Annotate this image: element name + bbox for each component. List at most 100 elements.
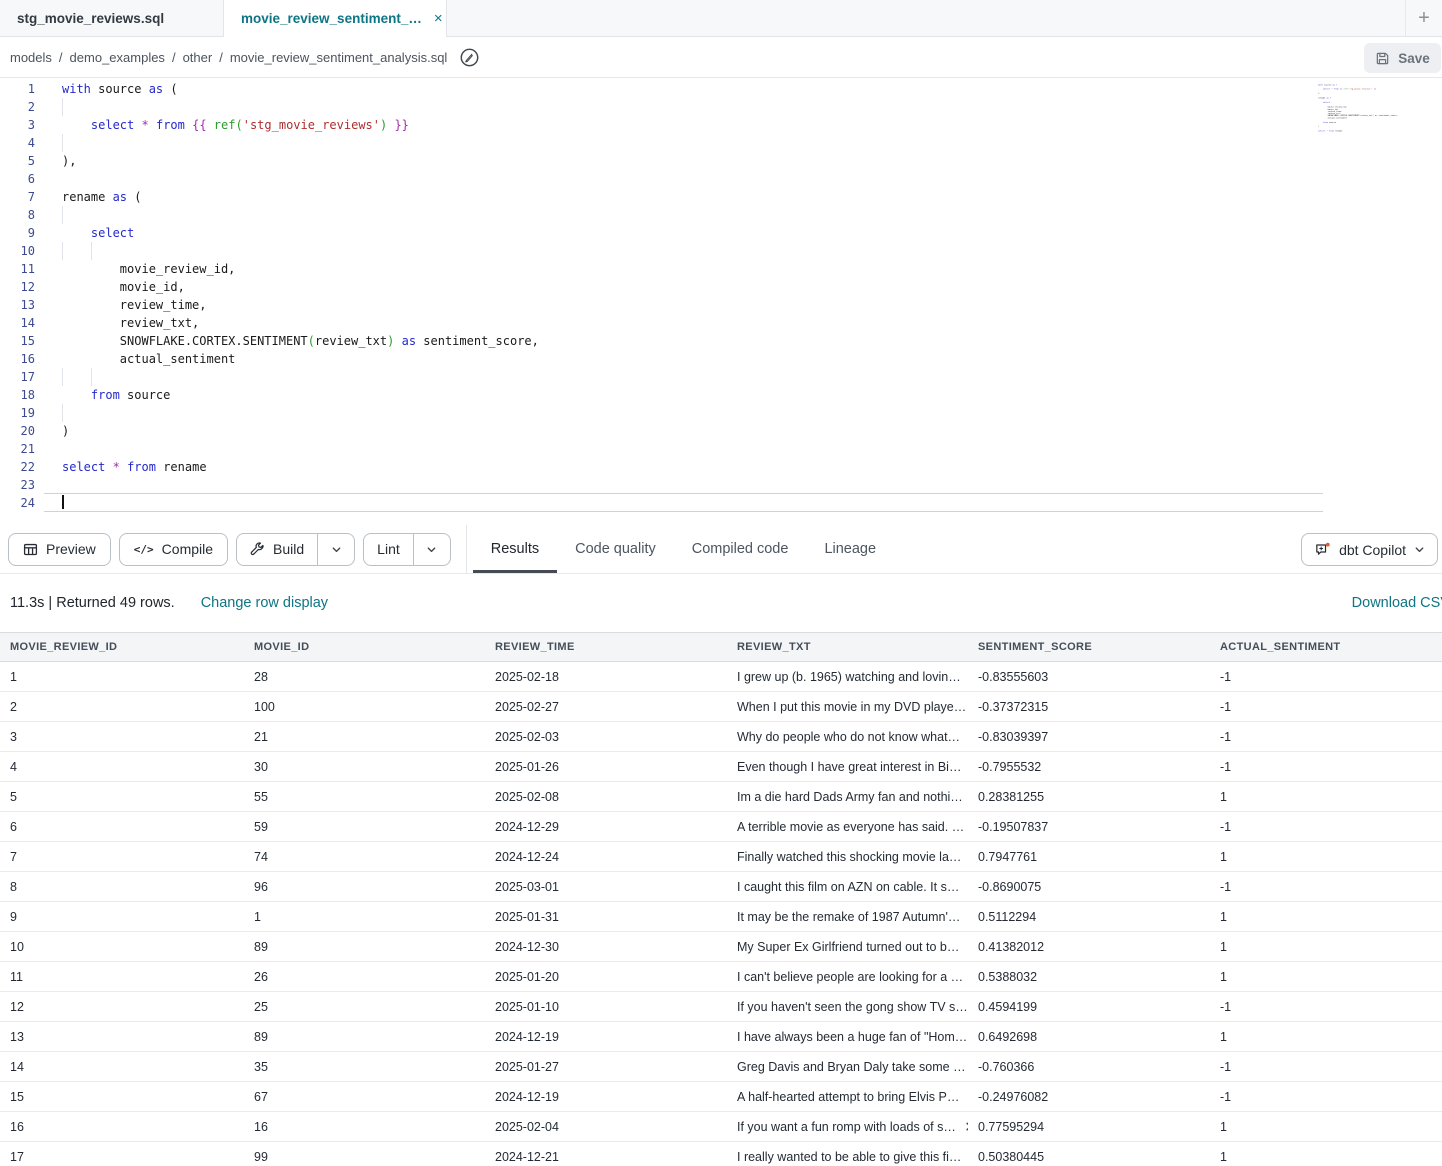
- change-row-display-link[interactable]: Change row display: [201, 595, 328, 611]
- table-cell[interactable]: 16: [244, 1112, 485, 1142]
- column-header-movie-id[interactable]: MOVIE_ID: [244, 633, 485, 662]
- table-cell[interactable]: 26: [244, 962, 485, 992]
- preview-button[interactable]: Preview: [8, 533, 111, 566]
- table-cell[interactable]: 2024-12-24: [485, 842, 727, 872]
- table-cell[interactable]: 2025-01-10: [485, 992, 727, 1022]
- table-cell[interactable]: 30: [244, 752, 485, 782]
- table-cell[interactable]: 13: [0, 1022, 244, 1052]
- table-cell[interactable]: I grew up (b. 1965) watching and lovin…: [727, 662, 968, 692]
- save-button[interactable]: Save: [1364, 43, 1441, 73]
- table-cell[interactable]: -1: [1210, 992, 1442, 1022]
- table-cell[interactable]: 16: [0, 1112, 244, 1142]
- table-cell[interactable]: 6: [0, 812, 244, 842]
- table-row[interactable]: 10892024-12-30My Super Ex Girlfriend tur…: [0, 932, 1442, 962]
- table-cell[interactable]: 1: [1210, 1112, 1442, 1142]
- table-cell[interactable]: 0.41382012: [968, 932, 1210, 962]
- table-cell[interactable]: 96: [244, 872, 485, 902]
- table-cell[interactable]: 67: [244, 1082, 485, 1112]
- table-row[interactable]: 16162025-02-04If you want a fun romp wit…: [0, 1112, 1442, 1142]
- table-cell[interactable]: 21: [244, 722, 485, 752]
- file-tab-stg-movie-reviews[interactable]: stg_movie_reviews.sql: [0, 0, 223, 36]
- table-cell[interactable]: 8: [0, 872, 244, 902]
- table-cell[interactable]: 0.5112294: [968, 902, 1210, 932]
- table-cell[interactable]: 2025-02-04: [485, 1112, 727, 1142]
- column-header-sentiment-score[interactable]: SENTIMENT_SCORE: [968, 633, 1210, 662]
- table-cell[interactable]: 2025-01-31: [485, 902, 727, 932]
- table-cell[interactable]: 2024-12-30: [485, 932, 727, 962]
- table-cell[interactable]: Even though I have great interest in Bi…: [727, 752, 968, 782]
- expand-cell-button[interactable]: [967, 911, 968, 922]
- table-cell[interactable]: 0.50380445: [968, 1142, 1210, 1166]
- table-cell[interactable]: Greg Davis and Bryan Daly take some …: [727, 1052, 968, 1082]
- table-cell[interactable]: 0.6492698: [968, 1022, 1210, 1052]
- table-cell[interactable]: 1: [244, 902, 485, 932]
- column-header-review-time[interactable]: REVIEW_TIME: [485, 633, 727, 662]
- file-tab-movie-review-sentiment[interactable]: movie_review_sentiment_… ×: [223, 0, 447, 37]
- table-cell[interactable]: 1: [1210, 932, 1442, 962]
- table-row[interactable]: 7742024-12-24Finally watched this shocki…: [0, 842, 1442, 872]
- lint-button[interactable]: Lint: [364, 534, 413, 565]
- table-cell[interactable]: Im a die hard Dads Army fan and nothi…: [727, 782, 968, 812]
- table-cell[interactable]: 1: [1210, 1142, 1442, 1166]
- table-cell[interactable]: -0.7955532: [968, 752, 1210, 782]
- tab-results[interactable]: Results: [473, 525, 557, 573]
- table-cell[interactable]: If you haven't seen the gong show TV s…: [727, 992, 968, 1022]
- editor-minimap[interactable]: with source as ( select * from {{ ref('s…: [1318, 84, 1398, 144]
- table-cell[interactable]: 12: [0, 992, 244, 1022]
- lint-dropdown-button[interactable]: [413, 534, 450, 565]
- column-header-actual-sentiment[interactable]: ACTUAL_SENTIMENT: [1210, 633, 1442, 662]
- table-cell[interactable]: If you want a fun romp with loads of s…: [727, 1112, 968, 1142]
- table-cell[interactable]: 59: [244, 812, 485, 842]
- download-csv-link[interactable]: Download CSV: [1352, 595, 1442, 611]
- column-header-movie-review-id[interactable]: MOVIE_REVIEW_ID: [0, 633, 244, 662]
- table-cell[interactable]: I really wanted to be able to give this …: [727, 1142, 968, 1166]
- table-cell[interactable]: 2024-12-29: [485, 812, 727, 842]
- build-button[interactable]: Build: [237, 534, 317, 565]
- table-cell[interactable]: 2025-02-03: [485, 722, 727, 752]
- table-cell[interactable]: 2025-02-08: [485, 782, 727, 812]
- table-cell[interactable]: 7: [0, 842, 244, 872]
- table-cell[interactable]: 2025-02-18: [485, 662, 727, 692]
- table-row[interactable]: 11262025-01-20I can't believe people are…: [0, 962, 1442, 992]
- table-cell[interactable]: -1: [1210, 752, 1442, 782]
- table-cell[interactable]: 2025-03-01: [485, 872, 727, 902]
- table-cell[interactable]: 1: [1210, 902, 1442, 932]
- build-dropdown-button[interactable]: [317, 534, 354, 565]
- table-row[interactable]: 6592024-12-29A terrible movie as everyon…: [0, 812, 1442, 842]
- table-cell[interactable]: -1: [1210, 722, 1442, 752]
- table-cell[interactable]: Why do people who do not know what…: [727, 722, 968, 752]
- table-cell[interactable]: -0.760366: [968, 1052, 1210, 1082]
- table-cell[interactable]: 74: [244, 842, 485, 872]
- table-cell[interactable]: 100: [244, 692, 485, 722]
- table-cell[interactable]: 25: [244, 992, 485, 1022]
- table-cell[interactable]: 2025-01-20: [485, 962, 727, 992]
- table-cell[interactable]: 2025-02-27: [485, 692, 727, 722]
- table-cell[interactable]: When I put this movie in my DVD playe…: [727, 692, 968, 722]
- table-cell[interactable]: 11: [0, 962, 244, 992]
- close-icon[interactable]: ×: [434, 11, 443, 26]
- tab-lineage[interactable]: Lineage: [806, 525, 894, 573]
- expand-cell-button[interactable]: [967, 731, 968, 742]
- table-row[interactable]: 17992024-12-21I really wanted to be able…: [0, 1142, 1442, 1166]
- table-cell[interactable]: 9: [0, 902, 244, 932]
- table-cell[interactable]: 0.7947761: [968, 842, 1210, 872]
- table-cell[interactable]: 17: [0, 1142, 244, 1166]
- table-cell[interactable]: 0.4594199: [968, 992, 1210, 1022]
- table-cell[interactable]: 0.28381255: [968, 782, 1210, 812]
- table-cell[interactable]: 1: [1210, 842, 1442, 872]
- table-row[interactable]: 15672024-12-19A half-hearted attempt to …: [0, 1082, 1442, 1112]
- table-cell[interactable]: -0.37372315: [968, 692, 1210, 722]
- expand-cell-button[interactable]: [966, 881, 968, 892]
- table-cell[interactable]: 10: [0, 932, 244, 962]
- table-cell[interactable]: 99: [244, 1142, 485, 1166]
- table-cell[interactable]: It may be the remake of 1987 Autumn'…: [727, 902, 968, 932]
- table-cell[interactable]: I have always been a huge fan of "Hom…: [727, 1022, 968, 1052]
- table-cell[interactable]: -1: [1210, 662, 1442, 692]
- table-cell[interactable]: 28: [244, 662, 485, 692]
- table-cell[interactable]: -1: [1210, 812, 1442, 842]
- table-cell[interactable]: -1: [1210, 1052, 1442, 1082]
- table-row[interactable]: 21002025-02-27When I put this movie in m…: [0, 692, 1442, 722]
- table-cell[interactable]: 3: [0, 722, 244, 752]
- sql-code-editor[interactable]: 1with source as (23 select * from {{ ref…: [0, 78, 1442, 525]
- table-row[interactable]: 14352025-01-27Greg Davis and Bryan Daly …: [0, 1052, 1442, 1082]
